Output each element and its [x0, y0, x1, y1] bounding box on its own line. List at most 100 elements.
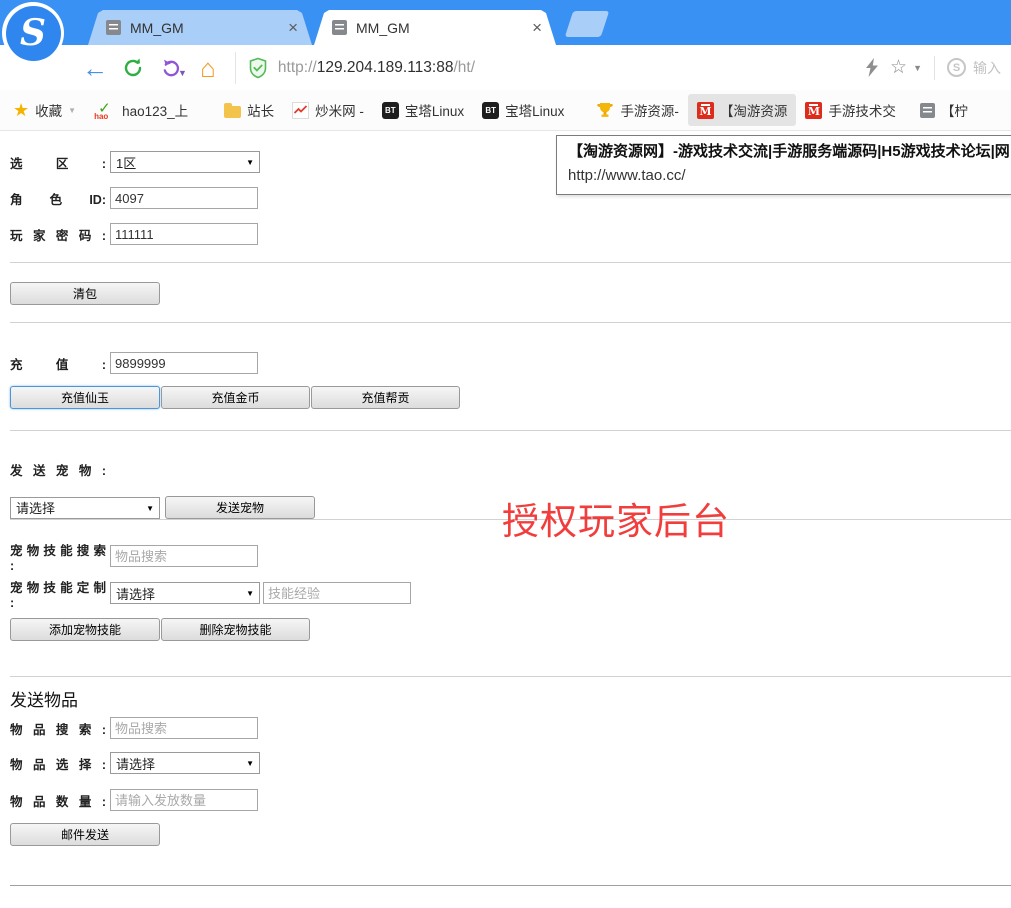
item-select-label: 物 品 选 择 : [10, 754, 106, 773]
zone-label: 选 区 : [10, 153, 106, 172]
gm-admin-page: 授权玩家后台 选 区 : 1区 角 色 ID: 玩 家 密 码 : 清包 充 值… [0, 150, 1011, 908]
role-id-input[interactable] [110, 187, 258, 209]
close-tab-icon[interactable] [286, 19, 300, 36]
recharge-banggong-button[interactable]: 充值帮贡 [311, 386, 460, 409]
bt-panel-icon [482, 102, 499, 119]
pet-skill-search-label: 宠 物 技 能 搜 索 : [10, 540, 106, 573]
zone-select[interactable]: 1区 [110, 151, 260, 173]
send-pet-label: 发 送 宠 物 : [10, 460, 106, 479]
bookmarks-bar: 收藏 hao123_上 站长 炒米网 - 宝塔Linux 宝塔Linux 手游资… [0, 90, 1011, 131]
search-hint-text[interactable]: 输入 [973, 58, 1001, 78]
security-shield-icon[interactable] [248, 57, 268, 79]
folder-icon [224, 106, 241, 118]
section-divider [10, 322, 1011, 323]
address-bar[interactable]: http://129.204.189.113:88/ht/ [235, 52, 854, 84]
bookmark-baota-1[interactable]: 宝塔Linux [373, 94, 473, 126]
role-id-label: 角 色 ID: [10, 189, 106, 208]
m-logo-icon [805, 102, 822, 119]
recharge-amount-input[interactable] [110, 352, 258, 374]
bookmark-label: 【柠 [941, 100, 968, 120]
sogou-logo-icon[interactable] [2, 2, 64, 64]
toolbar-right-group: 输入 [862, 53, 1001, 83]
pet-skill-search-input[interactable] [110, 545, 258, 567]
recharge-gold-button[interactable]: 充值金币 [161, 386, 310, 409]
chevron-down-icon [68, 106, 76, 115]
send-pet-button[interactable]: 发送宠物 [165, 496, 315, 519]
m-logo-icon [697, 102, 714, 119]
item-select[interactable]: 请选择 [110, 752, 260, 774]
bookmark-ning[interactable]: 【柠 [911, 94, 977, 126]
bookmark-label: 炒米网 - [315, 100, 364, 120]
item-amount-input[interactable] [110, 789, 258, 811]
bookmark-baota-2[interactable]: 宝塔Linux [473, 94, 573, 126]
hao123-icon [94, 102, 116, 119]
page-bottom-divider [10, 885, 1011, 886]
section-divider [10, 676, 1011, 677]
bookmark-zhanzhang[interactable]: 站长 [215, 94, 283, 126]
player-password-label: 玩 家 密 码 : [10, 225, 106, 244]
browser-toolbar: http://129.204.189.113:88/ht/ 输入 [0, 45, 1011, 90]
bookmark-label: 【淘游资源 [720, 100, 788, 120]
browser-titlebar: MM_GM MM_GM [0, 0, 1011, 45]
send-pet-select[interactable]: 请选择 [10, 497, 160, 519]
star-icon [13, 100, 29, 121]
url-text: http://129.204.189.113:88/ht/ [278, 59, 475, 77]
item-search-input[interactable] [110, 717, 258, 739]
recharge-xianyu-button[interactable]: 充值仙玉 [10, 386, 160, 409]
new-tab-button[interactable] [565, 11, 609, 37]
bookmark-hao123[interactable]: hao123_上 [85, 94, 197, 126]
pet-skill-select-value: 请选择 [116, 584, 155, 603]
trophy-icon [596, 102, 614, 119]
chevron-down-icon[interactable] [913, 63, 922, 73]
pet-skill-custom-label: 宠 物 技 能 定 制 : [10, 577, 106, 610]
bookmark-tooltip: 【淘游资源网】-游戏技术交流|手游服务端源码|H5游戏技术论坛|网 http:/… [556, 135, 1011, 195]
page-watermark: 授权玩家后台 [502, 491, 730, 545]
item-select-value: 请选择 [116, 754, 155, 773]
tooltip-title: 【淘游资源网】-游戏技术交流|手游服务端源码|H5游戏技术论坛|网 [568, 140, 1011, 164]
bookmark-label: 宝塔Linux [505, 100, 564, 120]
close-tab-icon[interactable] [530, 19, 544, 36]
section-divider [10, 430, 1011, 431]
toolbar-divider [934, 56, 935, 80]
player-password-input[interactable] [110, 223, 258, 245]
item-search-label: 物 品 搜 索 : [10, 719, 106, 738]
browser-tab-inactive[interactable]: MM_GM [88, 10, 312, 45]
lightning-icon[interactable] [862, 53, 882, 83]
bt-panel-icon [382, 102, 399, 119]
item-amount-label: 物 品 数 量 : [10, 791, 106, 810]
document-icon [920, 103, 935, 118]
refresh-icon[interactable] [118, 53, 148, 83]
tab-title: MM_GM [356, 20, 530, 36]
chart-line-icon [292, 102, 309, 119]
bookmark-label: 手游技术交 [828, 100, 896, 120]
bookmark-taoyou-ziyuan[interactable]: 【淘游资源 [688, 94, 797, 126]
page-favicon-icon [332, 20, 347, 35]
bookmark-label: hao123_上 [122, 100, 188, 120]
tab-title: MM_GM [130, 20, 286, 36]
sogou-search-icon[interactable] [947, 58, 966, 77]
bookmark-label: 手游资源- [620, 100, 679, 120]
delete-pet-skill-button[interactable]: 删除宠物技能 [161, 618, 310, 641]
bookmark-star-icon[interactable] [890, 56, 907, 79]
add-pet-skill-button[interactable]: 添加宠物技能 [10, 618, 160, 641]
recharge-label: 充 值 : [10, 354, 106, 373]
send-pet-select-value: 请选择 [16, 498, 55, 517]
bookmark-chaomiwang[interactable]: 炒米网 - [283, 94, 373, 126]
tooltip-url: http://www.tao.cc/ [568, 164, 1011, 187]
bookmark-label: 宝塔Linux [405, 100, 464, 120]
home-icon[interactable] [193, 53, 223, 83]
bookmark-favorites[interactable]: 收藏 [4, 94, 85, 127]
pet-skill-exp-input[interactable] [263, 582, 411, 604]
browser-tab-active[interactable]: MM_GM [314, 10, 556, 45]
undo-dropdown-icon[interactable] [178, 68, 187, 78]
back-icon[interactable] [80, 53, 110, 83]
page-favicon-icon [106, 20, 121, 35]
bookmark-label: 收藏 [35, 100, 62, 120]
clear-bag-button[interactable]: 清包 [10, 282, 160, 305]
mail-send-button[interactable]: 邮件发送 [10, 823, 160, 846]
bookmark-shouyou-jishu[interactable]: 手游技术交 [796, 94, 905, 126]
bookmark-shouyou-ziyuan[interactable]: 手游资源- [587, 94, 688, 126]
section-divider [10, 262, 1011, 263]
pet-skill-custom-select[interactable]: 请选择 [110, 582, 260, 604]
zone-select-value: 1区 [116, 153, 136, 172]
